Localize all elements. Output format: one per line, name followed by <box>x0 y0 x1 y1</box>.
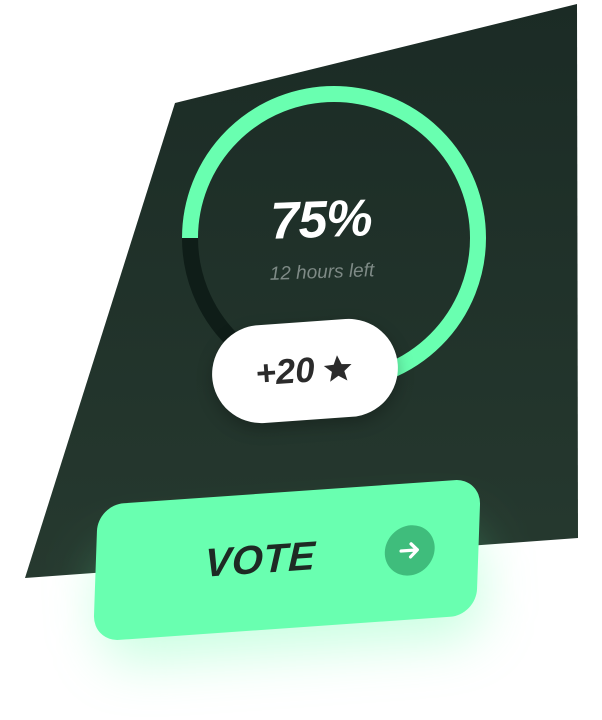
reward-label: +20 <box>254 350 316 394</box>
reward-pill: +20 <box>208 315 402 427</box>
vote-button[interactable]: VOTE <box>93 478 481 642</box>
progress-percent: 75% <box>269 189 373 251</box>
star-icon <box>323 355 352 382</box>
vote-button-label: VOTE <box>204 533 317 586</box>
vote-card: 75% 12 hours left +20 VOTE <box>0 0 602 720</box>
arrow-right-icon[interactable] <box>383 523 436 578</box>
